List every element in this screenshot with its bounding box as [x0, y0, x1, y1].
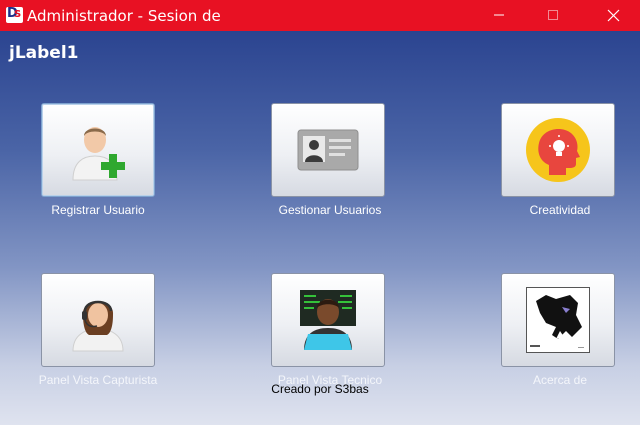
capturist-panel-button[interactable]	[41, 273, 155, 367]
header-label: jLabel1	[9, 43, 79, 63]
technician-laptop-icon	[300, 290, 356, 350]
minimize-button[interactable]	[476, 0, 522, 31]
id-card-icon	[297, 129, 359, 171]
operator-headset-icon	[72, 300, 124, 352]
maximize-button[interactable]	[530, 0, 576, 31]
add-user-icon	[72, 127, 125, 181]
register-user-label: Registrar Usuario	[51, 203, 145, 217]
manage-users-label: Gestionar Usuarios	[278, 203, 382, 217]
window-title: Administrador - Sesion de	[27, 7, 221, 25]
register-user-button[interactable]	[41, 103, 155, 197]
close-icon	[607, 9, 620, 22]
maximize-icon	[548, 10, 558, 20]
credits-text: Creado por S3bas	[271, 382, 369, 396]
technician-panel-button[interactable]	[271, 273, 385, 367]
creativity-head-icon	[526, 118, 590, 182]
minimize-icon	[494, 14, 504, 16]
creativity-button[interactable]	[501, 103, 615, 197]
panther-logo-icon	[526, 287, 590, 353]
title-bar[interactable]: DS Administrador - Sesion de	[0, 0, 640, 31]
main-panel: jLabel1 Registrar Usuario Gestionar Usua…	[0, 31, 640, 425]
close-button[interactable]	[590, 0, 636, 31]
creativity-label: Creatividad	[529, 203, 591, 217]
app-logo-icon[interactable]: DS	[6, 6, 23, 23]
manage-users-button[interactable]	[271, 103, 385, 197]
about-button[interactable]	[501, 273, 615, 367]
